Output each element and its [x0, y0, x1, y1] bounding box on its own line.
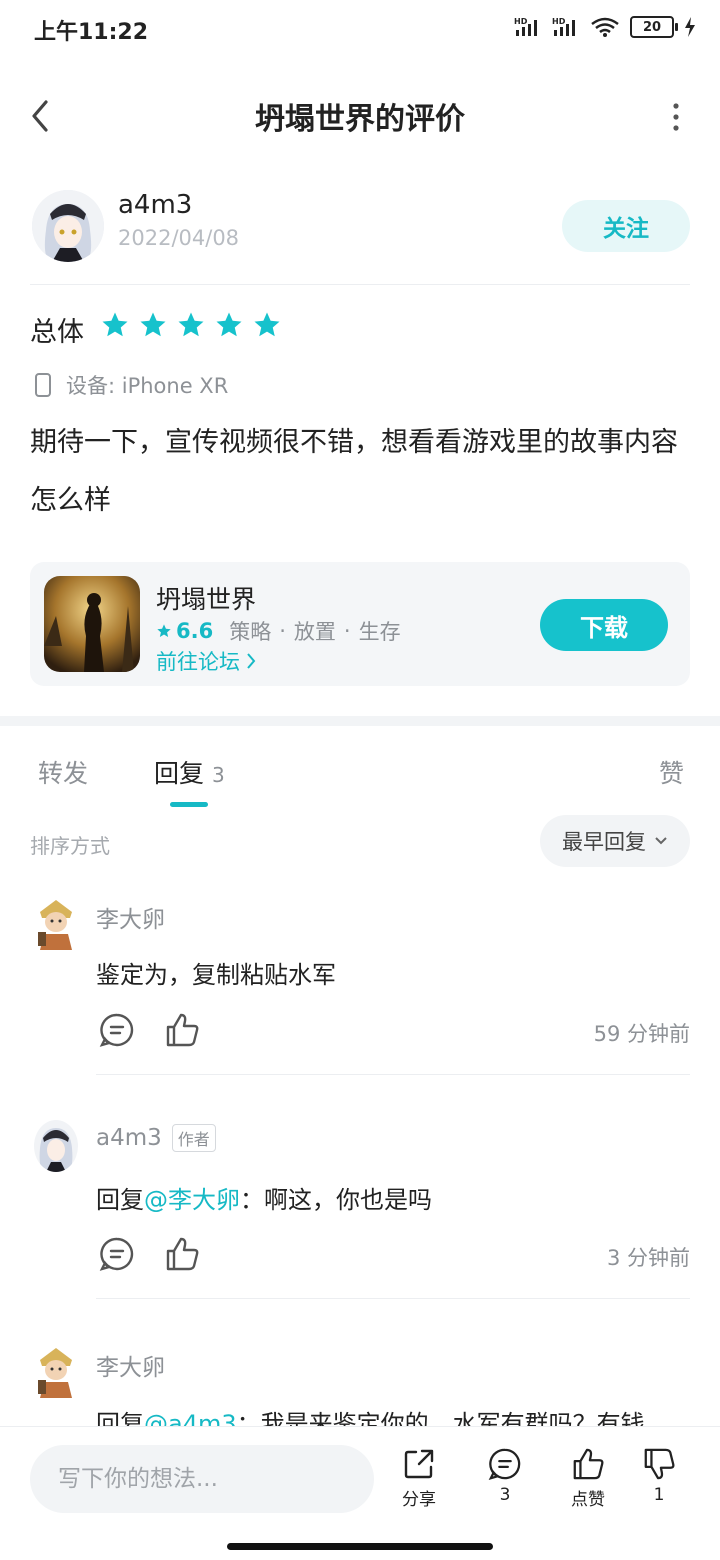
signal-icon: HD: [514, 17, 537, 36]
more-icon[interactable]: [668, 100, 684, 134]
share-label: 分享: [402, 1490, 436, 1510]
commenter-avatar[interactable]: [34, 1346, 78, 1398]
phone-icon: [35, 373, 51, 397]
review-text: 期待一下，宣传视频很不错，想看看游戏里的故事内容怎么样: [30, 427, 678, 516]
star-icon: [254, 312, 280, 337]
rating-stars: [100, 310, 282, 340]
dislike-button[interactable]: 1: [624, 1447, 694, 1505]
thumbs-down-icon: [644, 1448, 675, 1480]
tab-reply[interactable]: 回复 3: [154, 754, 225, 790]
commenter-name-text[interactable]: 李大卵: [96, 900, 165, 934]
device-info: 设备: iPhone XR: [34, 370, 228, 400]
game-rating: 6.6: [156, 619, 213, 643]
tab-reply-label[interactable]: 回复: [154, 754, 204, 790]
like-icon[interactable]: [164, 1012, 200, 1048]
overall-label: 总体: [30, 317, 84, 348]
author-avatar[interactable]: [32, 190, 104, 262]
comment-time: 3 分钟前: [606, 1246, 690, 1270]
charging-icon: [685, 17, 695, 37]
page-title: 坍塌世界的评价: [255, 102, 465, 137]
commenter-name-text[interactable]: a4m3: [96, 1125, 162, 1151]
comment-text: 鉴定为，复制粘贴水军: [96, 961, 336, 989]
star-icon: [178, 312, 204, 337]
mention-link[interactable]: @李大卵: [144, 1186, 240, 1214]
comment-text: 回复@a4m3：我是来鉴定你的，水军有群吗？有钱: [96, 1404, 696, 1426]
svg-text:HD: HD: [552, 17, 566, 26]
game-tag: 生存: [358, 620, 401, 644]
commenter-name[interactable]: a4m3 作者: [96, 1124, 216, 1152]
wifi-icon: [591, 17, 619, 37]
comment-icon: [488, 1448, 521, 1480]
star-icon: [216, 312, 242, 337]
battery-level: 20: [642, 19, 662, 35]
divider: [96, 1074, 690, 1075]
bottom-bar: 分享 3 点赞 1: [0, 1426, 720, 1531]
comment-input[interactable]: [30, 1445, 374, 1513]
sort-selected[interactable]: 最早回复: [562, 826, 646, 856]
chevron-right-icon: [247, 653, 256, 669]
game-name[interactable]: 坍塌世界: [156, 580, 256, 616]
download-button[interactable]: 下载: [540, 599, 668, 651]
tab-like[interactable]: 赞: [659, 754, 684, 790]
commenter-name[interactable]: 李大卵: [96, 900, 165, 934]
comment-time: 59 分钟前: [593, 1022, 690, 1046]
thumbs-up-icon: [573, 1448, 604, 1480]
like-label: 点赞: [571, 1490, 605, 1510]
tag-separator: ·: [279, 619, 286, 643]
commenter-avatar[interactable]: [34, 898, 78, 950]
status-time: 上午11:22: [34, 20, 149, 45]
game-rating-value: 6.6: [176, 619, 214, 643]
reply-icon[interactable]: [99, 1012, 135, 1048]
game-icon[interactable]: [44, 576, 140, 672]
forum-link[interactable]: 前往论坛: [156, 646, 256, 676]
battery-icon: 20: [630, 16, 678, 38]
game-tag: 策略: [229, 620, 272, 644]
star-icon: [102, 312, 128, 337]
follow-button[interactable]: 关注: [562, 200, 690, 252]
like-icon[interactable]: [164, 1236, 200, 1272]
share-button[interactable]: 分享: [384, 1447, 454, 1510]
commenter-avatar[interactable]: [34, 1120, 78, 1172]
reply-prefix: 回复: [96, 1410, 144, 1426]
active-tab-indicator: [170, 802, 208, 807]
chevron-down-icon: [655, 837, 667, 845]
sort-label: 排序方式: [30, 834, 110, 858]
tag-separator: ·: [343, 619, 351, 643]
home-indicator[interactable]: [227, 1543, 493, 1550]
game-meta: 6.6 策略 · 放置 · 生存: [156, 616, 401, 646]
author-badge: 作者: [171, 1124, 216, 1152]
reply-icon[interactable]: [99, 1236, 135, 1272]
comment-count: 3: [499, 1485, 511, 1505]
share-icon: [404, 1449, 434, 1479]
svg-text:HD: HD: [514, 17, 528, 26]
like-button[interactable]: 点赞: [553, 1447, 623, 1510]
star-icon: [140, 312, 166, 337]
commenter-name[interactable]: 李大卵: [96, 1348, 165, 1382]
divider: [30, 284, 690, 285]
dislike-count: 1: [653, 1485, 665, 1505]
status-icons: HD HD 20: [514, 16, 696, 38]
divider: [96, 1298, 690, 1299]
game-tag: 放置: [293, 620, 336, 644]
forum-link-label[interactable]: 前往论坛: [156, 646, 240, 676]
tab-forward[interactable]: 转发: [38, 754, 88, 790]
game-card[interactable]: 坍塌世界 6.6 策略 · 放置 · 生存 前往论坛 下载: [30, 562, 690, 686]
commenter-name-text[interactable]: 李大卵: [96, 1348, 165, 1382]
sort-dropdown[interactable]: 最早回复: [540, 815, 690, 867]
tab-reply-count: 3: [212, 763, 225, 787]
comment-text: 回复@李大卵：啊这，你也是吗: [96, 1180, 696, 1215]
reply-prefix: 回复: [96, 1186, 144, 1214]
comment-body: ：啊这，你也是吗: [240, 1186, 432, 1214]
post-date: 2022/04/08: [118, 226, 240, 250]
comment-body: ：我是来鉴定你的，水军有群吗？有钱: [236, 1410, 645, 1426]
comment-button[interactable]: 3: [470, 1447, 540, 1505]
section-divider: [0, 716, 720, 726]
mention-link[interactable]: @a4m3: [144, 1410, 237, 1426]
device-text: 设备: iPhone XR: [66, 374, 229, 398]
author-name[interactable]: a4m3: [118, 190, 192, 220]
star-icon: [157, 624, 171, 637]
signal-icon-2: HD: [552, 17, 575, 36]
